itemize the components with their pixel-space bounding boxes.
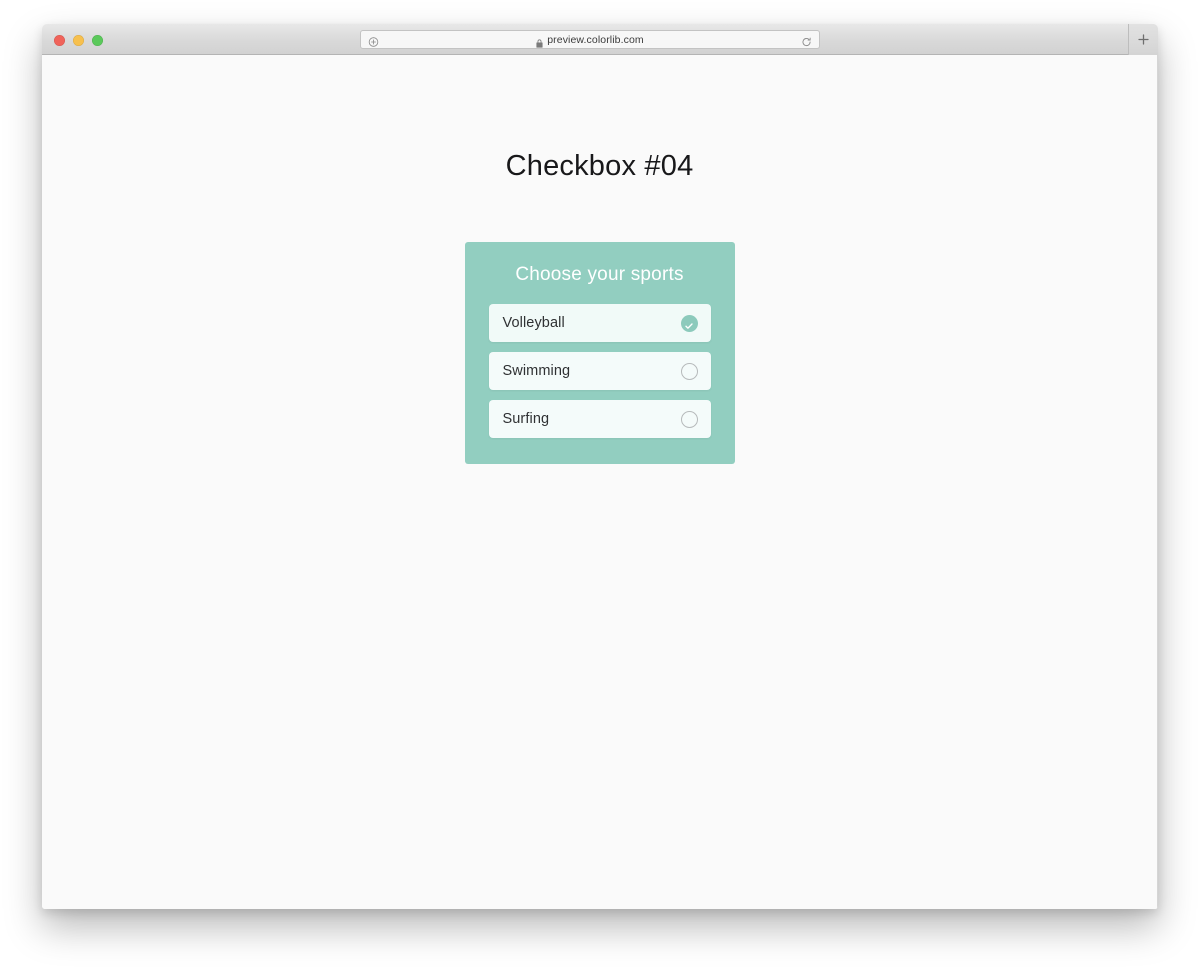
browser-window: preview.colorlib.com Checkbox #04 Choose… <box>42 24 1158 909</box>
option-row-swimming[interactable]: Swimming <box>488 352 711 390</box>
address-bar-url: preview.colorlib.com <box>547 33 644 46</box>
browser-titlebar: preview.colorlib.com <box>42 24 1158 55</box>
plus-icon <box>1137 33 1150 46</box>
page-viewport: Checkbox #04 Choose your sports Volleyba… <box>42 55 1158 909</box>
option-label: Swimming <box>502 363 571 379</box>
maximize-window-button[interactable] <box>92 35 103 46</box>
page-info-icon[interactable] <box>368 34 379 47</box>
card-heading: Choose your sports <box>515 264 684 285</box>
sports-option-list: Volleyball Swimming Surfing <box>488 304 711 438</box>
circle-outline-icon[interactable] <box>680 362 698 380</box>
option-label: Volleyball <box>502 315 565 331</box>
new-tab-button[interactable] <box>1128 24 1158 55</box>
reload-icon[interactable] <box>801 34 812 46</box>
checkmark-glyph <box>684 318 694 329</box>
option-label: Surfing <box>502 411 550 427</box>
close-window-button[interactable] <box>54 35 65 46</box>
checkbox-card: Choose your sports Volleyball Swimming S… <box>464 242 735 464</box>
circle-outline-icon[interactable] <box>680 410 698 428</box>
minimize-window-button[interactable] <box>73 35 84 46</box>
address-bar[interactable]: preview.colorlib.com <box>360 30 820 49</box>
lock-icon <box>536 35 543 48</box>
page-title: Checkbox #04 <box>505 150 694 182</box>
check-circle-filled-icon[interactable] <box>680 314 698 332</box>
option-row-surfing[interactable]: Surfing <box>488 400 711 438</box>
address-bar-content: preview.colorlib.com <box>536 33 644 48</box>
window-controls <box>54 35 103 46</box>
option-row-volleyball[interactable]: Volleyball <box>488 304 711 342</box>
